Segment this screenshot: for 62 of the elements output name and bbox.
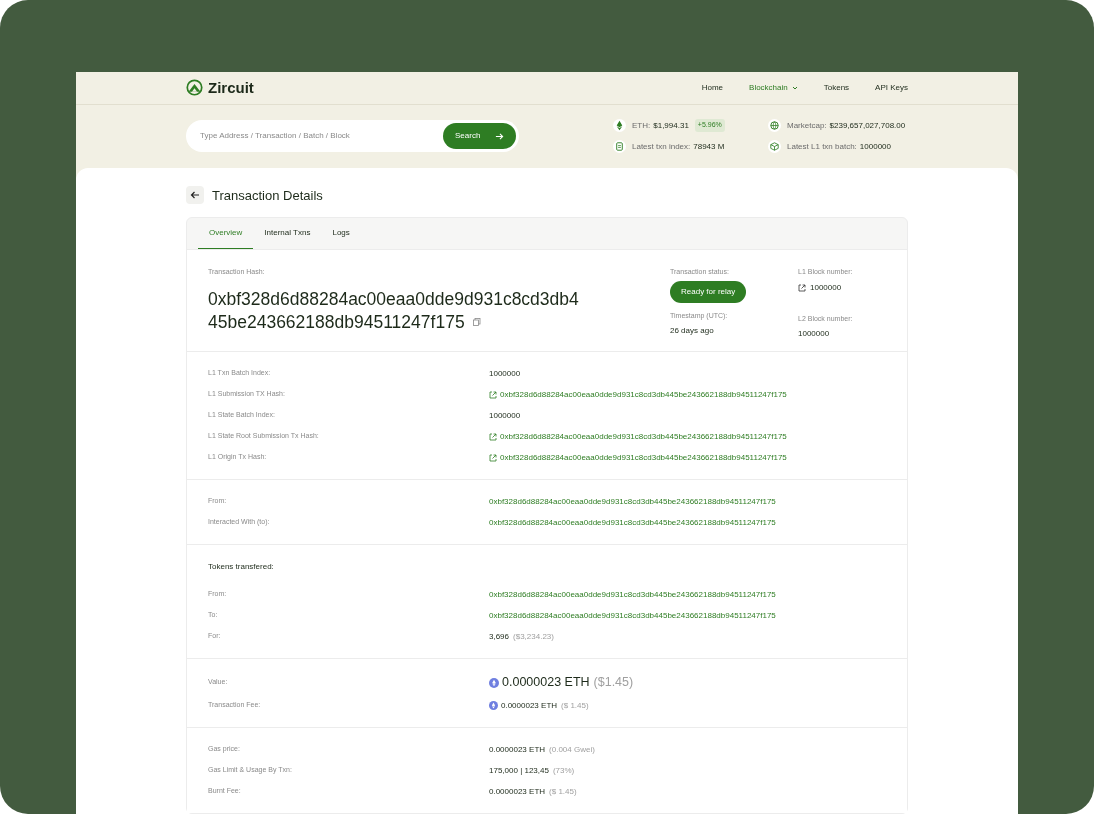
back-button[interactable] [186, 186, 204, 205]
nav-link[interactable]: Blockchain [749, 81, 798, 94]
external-link-icon[interactable] [798, 283, 806, 292]
stat-label: Marketcap: [787, 119, 827, 132]
page-title: Transaction Details [212, 186, 323, 205]
field-value: 1000000 [810, 281, 842, 294]
address-link[interactable]: 0xbf328d6d88284ac00eaa0dde9d931c8cd3db445be243662188db94511247f175 [489, 588, 776, 601]
field-value: 175,000 | 123,45 [489, 764, 549, 777]
copy-icon[interactable] [472, 318, 481, 326]
stat-value: 1000000 [859, 140, 891, 153]
address-link[interactable]: 0xbf328d6d88284ac00eaa0dde9d931c8cd3db445be243662188db94511247f175 [489, 516, 776, 529]
address-link[interactable]: 0xbf328d6d88284ac00eaa0dde9d931c8cd3db445be243662188db94511247f175 [489, 495, 776, 508]
address-link[interactable]: 0xbf328d6d88284ac00eaa0dde9d931c8cd3db445be243662188db94511247f175 [500, 388, 787, 401]
nav-link[interactable]: Home [701, 81, 724, 94]
field-value: 0.0000023 ETH [502, 674, 590, 692]
stat-label: Latest txn index: [632, 140, 691, 153]
diamond-icon [613, 119, 626, 132]
stat-value: 78943 M [693, 140, 725, 153]
field-value: 3,696 [489, 630, 510, 643]
field-value: 0.0000023 ETH [501, 699, 558, 712]
external-link-icon[interactable] [489, 390, 497, 399]
field-value: 1000000 [798, 328, 831, 340]
transaction-hash: 0xbf328d6d88284ac00eaa0dde9d931c8cd3db4 [208, 287, 579, 311]
section-title: Tokens transfered: [208, 561, 275, 573]
address-link[interactable]: 0xbf328d6d88284ac00eaa0dde9d931c8cd3db445be243662188db94511247f175 [500, 430, 787, 443]
search-placeholder: Type Address / Transaction / Batch / Block [200, 130, 350, 142]
search-button[interactable]: Search [443, 123, 516, 149]
nav-link[interactable]: Tokens [823, 81, 850, 94]
fiat-value: ($ 1.45) [561, 699, 589, 712]
search-field[interactable]: Type Address / Transaction / Batch / Block Search [186, 120, 519, 152]
field-value: 0.0000023 ETH [489, 785, 546, 798]
logo-text[interactable]: Zircuit [208, 76, 254, 99]
globe-icon [768, 119, 781, 132]
arrow-right-icon [495, 131, 504, 141]
transaction-hash: 45be243662188db94511247f175 [208, 310, 465, 334]
ether-coin-icon [489, 701, 498, 710]
tab[interactable]: Internal Txns [253, 218, 322, 249]
ether-coin-icon [489, 677, 499, 688]
field-value: 1000000 [489, 367, 521, 380]
address-link[interactable]: 0xbf328d6d88284ac00eaa0dde9d931c8cd3db445be243662188db94511247f175 [500, 451, 787, 464]
stat-value: $239,657,027,708.00 [829, 119, 906, 132]
fiat-value: (73%) [552, 764, 575, 777]
fiat-value: ($1.45) [593, 674, 634, 692]
document-icon [613, 140, 626, 153]
fiat-value: ($3,234.23) [513, 630, 554, 643]
external-link-icon[interactable] [489, 453, 497, 462]
fiat-value: ($ 1.45) [549, 785, 577, 798]
nav-link[interactable]: API Keys [875, 81, 908, 94]
field-value: 0.0000023 ETH [489, 743, 546, 756]
cube-icon [768, 140, 781, 153]
stat-label: Latest L1 txn batch: [787, 140, 857, 153]
status-badge: Ready for relay [670, 280, 747, 303]
address-link[interactable]: 0xbf328d6d88284ac00eaa0dde9d931c8cd3db445be243662188db94511247f175 [489, 609, 776, 622]
stat-value: $1,994.31 [653, 119, 689, 132]
back-arrow-icon [190, 190, 200, 201]
external-link-icon[interactable] [489, 432, 497, 441]
field-value: 1000000 [489, 409, 521, 422]
stat-label: ETH: [632, 119, 651, 132]
logo-icon [186, 79, 203, 97]
fiat-value: (0.004 Gwei) [549, 743, 595, 756]
tab[interactable]: Logs [321, 218, 361, 249]
field-value: 26 days ago [670, 325, 715, 337]
